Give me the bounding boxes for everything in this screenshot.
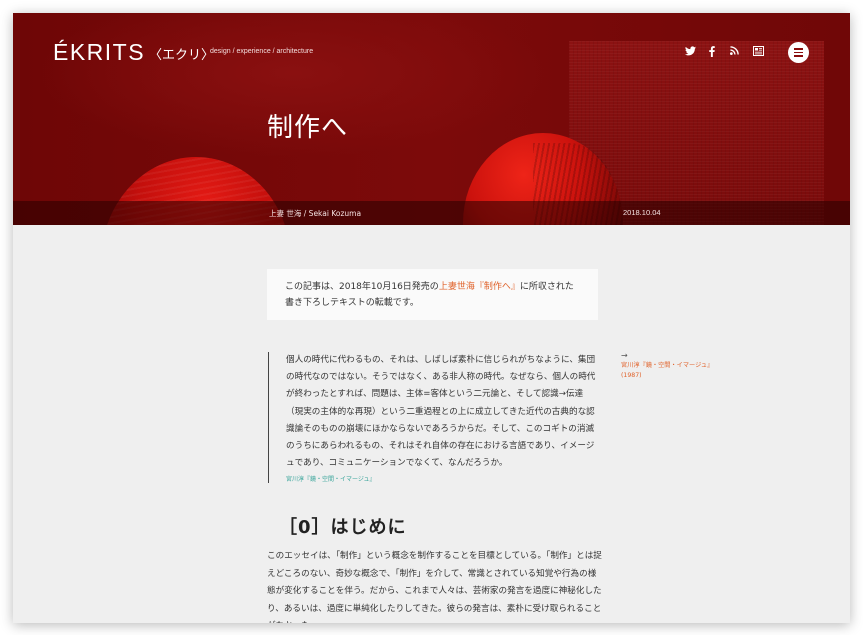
site-tagline: design / experience / architecture <box>210 48 314 55</box>
facebook-icon[interactable] <box>705 46 719 60</box>
hero-banner: ÉKRITS 〈エクリ〉 design / experience / archi… <box>13 13 850 225</box>
book-link[interactable]: 上妻世海『制作へ』 <box>439 282 520 292</box>
menu-button[interactable] <box>788 42 809 63</box>
notice-text-before: この記事は、2018年10月16日発売の <box>285 282 439 292</box>
newsletter-icon[interactable] <box>751 46 765 60</box>
sidenote: → 宮川淳『鏡・空間・イマージュ』 (1987) <box>621 351 731 381</box>
sidenote-year: (1987) <box>621 372 642 379</box>
sidenote-source-link[interactable]: 宮川淳『鏡・空間・イマージュ』 <box>621 361 731 371</box>
site-logo[interactable]: ÉKRITS <box>53 39 145 66</box>
hamburger-icon <box>794 48 803 50</box>
browser-frame: ÉKRITS 〈エクリ〉 design / experience / archi… <box>13 13 850 623</box>
hero-meta-bar <box>13 201 850 225</box>
article-title: 制作へ <box>267 113 349 143</box>
rss-icon[interactable] <box>727 46 741 60</box>
article-date: 2018.10.04 <box>623 208 661 217</box>
quote-citation[interactable]: 宮川淳『鏡・空間・イマージュ』 <box>286 474 598 483</box>
blockquote: 個人の時代に代わるもの、それは、しばしば素朴に信じられがちなように、集団の時代な… <box>268 352 598 483</box>
section-heading: ［0］はじめに <box>279 517 407 538</box>
body-paragraph: このエッセイは、「制作」という概念を制作することを目標としている。「制作」とは捉… <box>267 551 602 623</box>
article-author[interactable]: 上妻 世海 / Sekai Kozuma <box>269 208 361 219</box>
quote-text: 個人の時代に代わるもの、それは、しばしば素朴に信じられがちなように、集団の時代な… <box>286 355 596 469</box>
twitter-icon[interactable] <box>683 46 697 60</box>
arrow-right-icon: → <box>621 351 628 360</box>
reprint-notice: この記事は、2018年10月16日発売の上妻世海『制作へ』に所収された書き下ろし… <box>267 269 598 320</box>
site-logo-sub[interactable]: 〈エクリ〉 <box>149 44 214 63</box>
